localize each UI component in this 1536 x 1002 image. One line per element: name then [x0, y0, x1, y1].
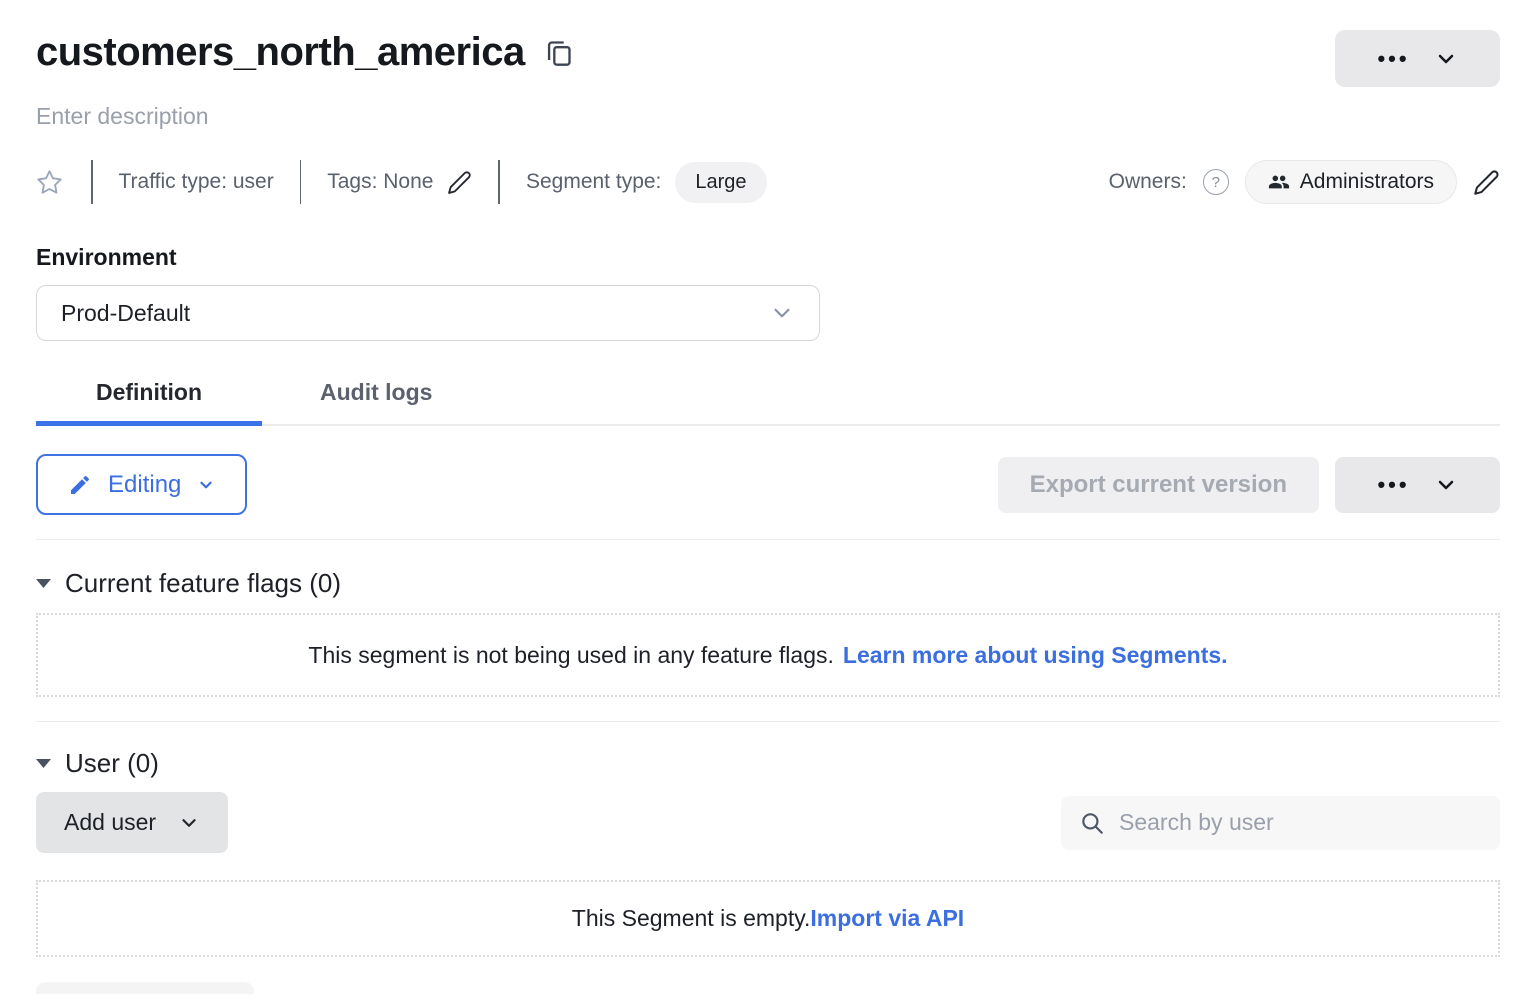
- user-section-title: User (0): [65, 748, 159, 779]
- divider: [300, 160, 302, 204]
- segment-detail-page: customers_north_america ••• Enter descri…: [0, 0, 1536, 994]
- edit-tags-pencil-icon[interactable]: [447, 170, 472, 195]
- tags-item: Tags: None: [327, 170, 472, 195]
- search-by-user-input[interactable]: [1119, 809, 1482, 836]
- collapse-triangle-icon: [36, 578, 51, 589]
- feature-flags-empty-state: This segment is not being used in any fe…: [36, 613, 1500, 697]
- environment-label: Environment: [36, 244, 1500, 271]
- meta-row: Traffic type: user Tags: None Segment ty…: [36, 160, 1500, 204]
- editing-mode-button[interactable]: Editing: [36, 454, 247, 515]
- tags-label: Tags: None: [327, 170, 433, 194]
- chevron-down-icon: [769, 300, 795, 326]
- pencil-icon: [68, 473, 92, 497]
- divider: [36, 539, 1500, 540]
- feature-flags-section-title: Current feature flags (0): [65, 568, 341, 599]
- import-via-api-link[interactable]: Import via API: [810, 905, 964, 932]
- people-icon: [1268, 171, 1290, 193]
- user-actions-row: Add user: [36, 792, 1500, 853]
- segment-type-item: Segment type: Large: [526, 162, 767, 203]
- segment-type-badge: Large: [675, 162, 766, 203]
- user-empty-state: This Segment is empty. Import via API: [36, 880, 1500, 957]
- chevron-down-icon: [1434, 473, 1458, 497]
- divider: [91, 160, 93, 204]
- divider: [36, 721, 1500, 722]
- user-section-header[interactable]: User (0): [36, 748, 1500, 779]
- feature-flags-section-header[interactable]: Current feature flags (0): [36, 568, 1500, 599]
- help-icon[interactable]: ?: [1203, 169, 1229, 195]
- add-user-label: Add user: [64, 809, 156, 836]
- user-section: User (0) Add user This Segment is empty.: [36, 748, 1500, 994]
- tab-audit-logs[interactable]: Audit logs: [320, 379, 432, 424]
- chevron-down-icon: [197, 476, 215, 494]
- feature-flags-empty-text: This segment is not being used in any fe…: [308, 642, 833, 669]
- export-current-version-button[interactable]: Export current version: [998, 457, 1319, 513]
- user-search-box: [1061, 796, 1500, 850]
- segment-type-label: Segment type:: [526, 170, 661, 194]
- chevron-down-icon: [178, 812, 200, 834]
- environment-select[interactable]: Prod-Default: [36, 285, 820, 341]
- add-user-button[interactable]: Add user: [36, 792, 228, 853]
- environment-selected-value: Prod-Default: [61, 300, 190, 327]
- chevron-down-icon: [1434, 47, 1458, 71]
- collapse-triangle-icon: [36, 758, 51, 769]
- search-icon: [1079, 810, 1105, 836]
- header-more-menu-button[interactable]: •••: [1335, 30, 1500, 87]
- owners-value: Administrators: [1300, 170, 1434, 194]
- edit-owners-pencil-icon[interactable]: [1473, 169, 1500, 196]
- learn-more-segments-link[interactable]: Learn more about using Segments.: [843, 642, 1228, 669]
- ellipsis-icon: •••: [1377, 474, 1409, 496]
- traffic-type-label: Traffic type: user: [119, 170, 274, 194]
- feature-flags-section: Current feature flags (0) This segment i…: [36, 568, 1500, 697]
- definition-toolbar: Editing Export current version •••: [36, 454, 1500, 515]
- ellipsis-icon: •••: [1377, 48, 1409, 70]
- divider: [498, 160, 500, 204]
- owners-badge[interactable]: Administrators: [1245, 160, 1457, 204]
- owners-label: Owners:: [1109, 170, 1187, 194]
- cutoff-button-partial[interactable]: [36, 982, 254, 994]
- editing-label: Editing: [108, 471, 181, 499]
- description-placeholder[interactable]: Enter description: [36, 103, 1500, 130]
- page-title: customers_north_america: [36, 30, 525, 75]
- favorite-star-icon[interactable]: [36, 169, 65, 196]
- page-header: customers_north_america •••: [36, 0, 1500, 87]
- copy-icon[interactable]: [545, 37, 573, 69]
- segment-empty-text: This Segment is empty.: [572, 905, 811, 932]
- toolbar-more-menu-button[interactable]: •••: [1335, 457, 1500, 513]
- tab-bar: Definition Audit logs: [36, 379, 1500, 426]
- tab-definition[interactable]: Definition: [36, 379, 262, 424]
